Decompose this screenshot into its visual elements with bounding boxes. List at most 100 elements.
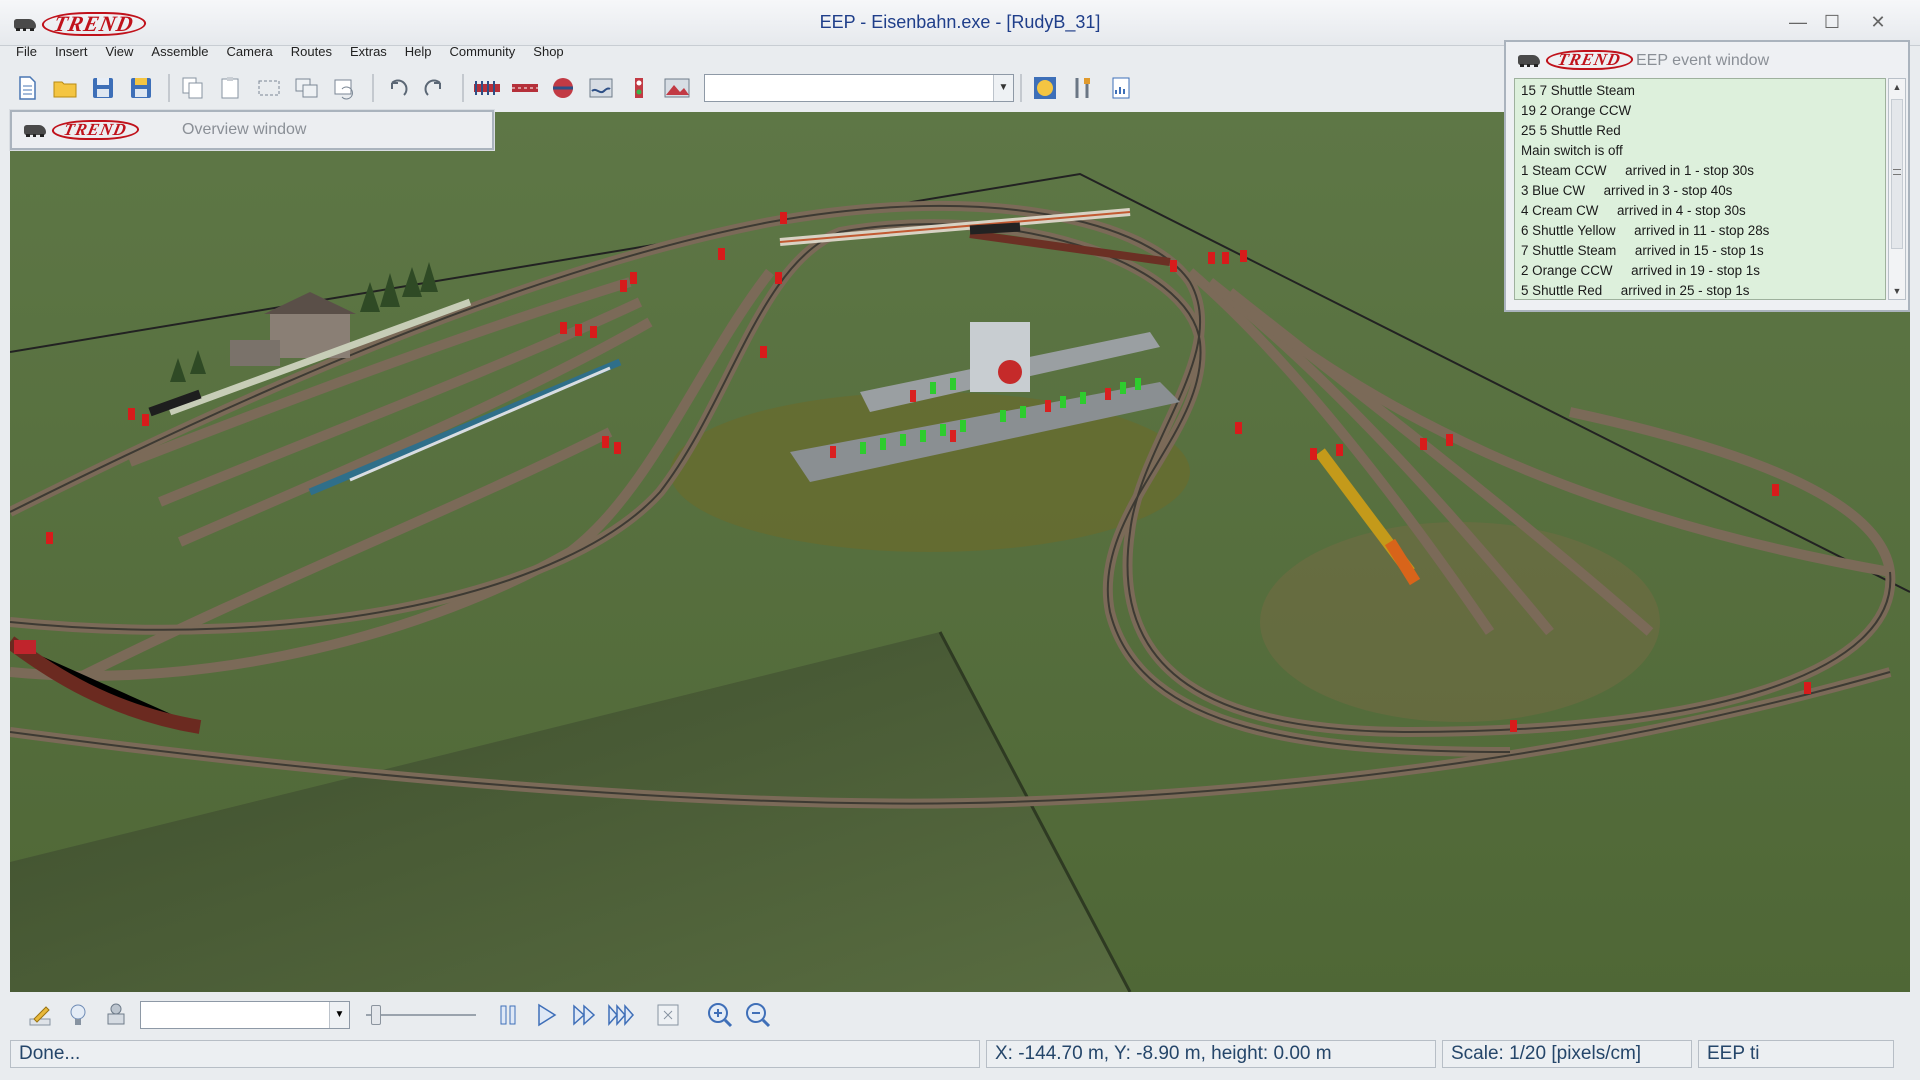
screen-capture-icon [657, 1004, 679, 1026]
menu-community[interactable]: Community [442, 40, 526, 64]
menu-extras[interactable]: Extras [342, 40, 397, 64]
overview-window[interactable]: TREND Overview window [10, 110, 494, 150]
road-editor-button[interactable] [508, 72, 542, 104]
signal [1510, 720, 1517, 732]
menu-camera[interactable]: Camera [219, 40, 283, 64]
signal [142, 414, 149, 426]
close-button[interactable]: ✕ [1864, 10, 1892, 34]
layout-info-button[interactable] [1104, 72, 1138, 104]
event-line: 5 Shuttle Red arrived in 25 - stop 1s [1521, 283, 1750, 298]
chevron-down-icon[interactable]: ▼ [329, 1002, 349, 1028]
main-toolbar: ▼ [10, 68, 1510, 108]
pause-button[interactable] [490, 998, 526, 1032]
event-log[interactable]: 15 7 Shuttle Steam 19 2 Orange CCW 25 5 … [1514, 78, 1886, 300]
speed-slider[interactable] [366, 1001, 476, 1029]
signal [775, 272, 782, 284]
landscape-editor-button[interactable] [660, 72, 694, 104]
signal [1310, 448, 1317, 460]
scroll-down-icon[interactable]: ▼ [1889, 283, 1905, 299]
menu-assemble[interactable]: Assemble [143, 40, 218, 64]
event-window[interactable]: TREND EEP event window 15 7 Shuttle Stea… [1504, 40, 1910, 312]
shuttle-red-locomotive [14, 640, 36, 654]
control-editor-button[interactable] [622, 72, 656, 104]
minimize-button[interactable]: — [1784, 10, 1812, 34]
signal [1420, 438, 1427, 450]
signal [1446, 434, 1453, 446]
zoom-out-button[interactable] [740, 998, 776, 1032]
menu-file[interactable]: File [8, 40, 47, 64]
copy-button[interactable] [176, 72, 210, 104]
save-button[interactable] [86, 72, 120, 104]
signal [780, 212, 787, 224]
menu-help[interactable]: Help [397, 40, 442, 64]
event-line: 1 Steam CCW arrived in 1 - stop 30s [1521, 163, 1754, 178]
signal [128, 408, 135, 420]
signal [1208, 252, 1215, 264]
select-area-button[interactable] [252, 72, 286, 104]
lights-button[interactable] [60, 998, 96, 1032]
redo-button[interactable] [418, 72, 452, 104]
scroll-up-icon[interactable]: ▲ [1889, 79, 1905, 95]
camera-select-dropdown[interactable]: ▼ [140, 1001, 350, 1029]
lightbulb-icon [70, 1004, 86, 1025]
menu-bar: File Insert View Assemble Camera Routes … [8, 40, 574, 64]
event-line: 2 Orange CCW arrived in 19 - stop 1s [1521, 263, 1760, 278]
clone-button[interactable] [328, 72, 362, 104]
chevron-down-icon[interactable]: ▼ [993, 75, 1013, 101]
fastest-forward-button[interactable] [604, 998, 640, 1032]
status-message: Done... [10, 1040, 980, 1068]
tram-editor-button[interactable] [546, 72, 580, 104]
signal [630, 272, 637, 284]
object-select-dropdown[interactable]: ▼ [704, 74, 1014, 102]
trend-logo: TREND [22, 120, 141, 140]
event-line: 6 Shuttle Yellow arrived in 11 - stop 28… [1521, 223, 1770, 238]
event-line: 15 7 Shuttle Steam [1521, 83, 1635, 98]
rail-editor-button[interactable] [470, 72, 504, 104]
rail-track-icon [474, 81, 500, 95]
dirt-area [1260, 522, 1660, 722]
multi-select-icon [295, 78, 318, 98]
tools-button[interactable] [1066, 72, 1100, 104]
signal [46, 532, 53, 544]
toolbar-separator [462, 74, 464, 102]
weather-button[interactable] [1028, 72, 1062, 104]
window-title: EEP - Eisenbahn.exe - [RudyB_31] [819, 12, 1101, 32]
signal [1336, 444, 1343, 456]
play-button[interactable] [528, 998, 564, 1032]
zoom-in-button[interactable] [702, 998, 738, 1032]
slider-knob[interactable] [371, 1005, 381, 1025]
new-file-button[interactable] [10, 72, 44, 104]
scroll-grip-icon [1893, 169, 1901, 175]
menu-routes[interactable]: Routes [283, 40, 342, 64]
camera-button[interactable] [98, 998, 134, 1032]
signal [1235, 422, 1242, 434]
paste-button[interactable] [214, 72, 248, 104]
control-box [970, 322, 1030, 392]
fast-forward-button[interactable] [566, 998, 602, 1032]
maximize-button[interactable]: ☐ [1818, 10, 1846, 34]
control-bar: ▼ [10, 995, 1910, 1035]
save-as-icon [131, 78, 151, 98]
edit-mode-button[interactable] [22, 998, 58, 1032]
water-editor-button[interactable] [584, 72, 618, 104]
screenshot-button[interactable] [650, 998, 686, 1032]
menu-shop[interactable]: Shop [525, 40, 573, 64]
save-as-button[interactable] [124, 72, 158, 104]
waterway-icon [589, 78, 613, 98]
multi-select-button[interactable] [290, 72, 324, 104]
save-icon [93, 78, 113, 98]
signal [718, 248, 725, 260]
open-file-button[interactable] [48, 72, 82, 104]
menu-insert[interactable]: Insert [47, 40, 98, 64]
cursor-coordinates: X: -144.70 m, Y: -8.90 m, height: 0.00 m [986, 1040, 1436, 1068]
event-scrollbar[interactable]: ▲ ▼ [1888, 78, 1906, 300]
zoom-in-icon [708, 1003, 733, 1028]
signal-icon [635, 78, 643, 98]
scale-readout: Scale: 1/20 [pixels/cm] [1442, 1040, 1692, 1068]
clone-icon [334, 79, 353, 100]
menu-view[interactable]: View [97, 40, 143, 64]
road-track-icon [512, 84, 538, 92]
locomotive-icon [1516, 51, 1546, 69]
undo-button[interactable] [380, 72, 414, 104]
copy-icon [182, 77, 203, 99]
